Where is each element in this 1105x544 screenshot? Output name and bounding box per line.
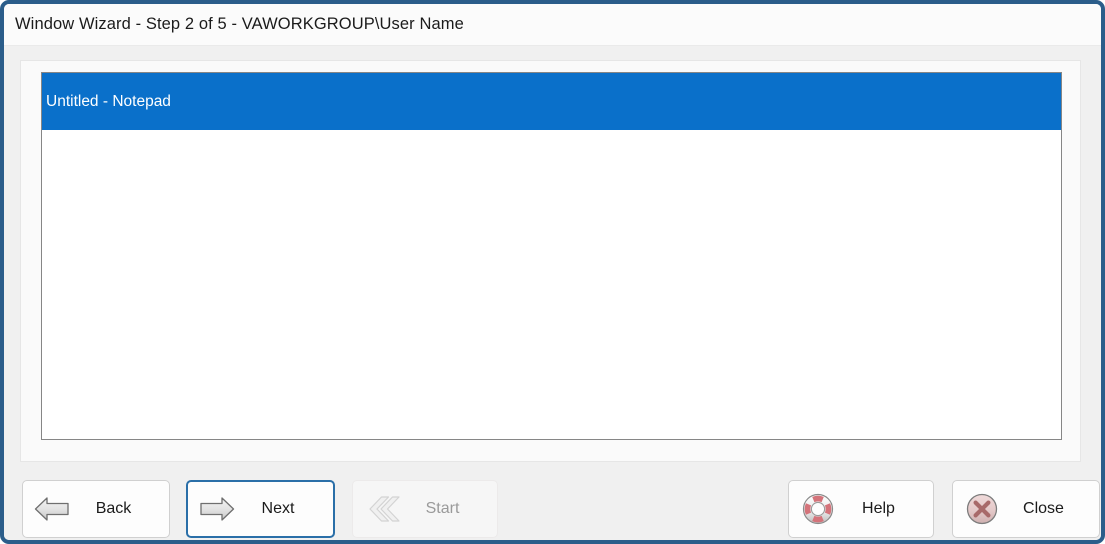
button-bar: Back Next Start Help Close (4, 470, 1101, 540)
close-button[interactable]: Close (952, 480, 1100, 538)
list-item-label: Untitled - Notepad (46, 92, 171, 110)
window-list-box[interactable]: Untitled - Notepad (41, 72, 1062, 440)
client-area: Untitled - Notepad Back Next Start Help … (4, 46, 1101, 540)
next-button[interactable]: Next (186, 480, 335, 538)
start-button[interactable]: Start (352, 480, 498, 538)
list-item[interactable]: Untitled - Notepad (42, 73, 1061, 130)
back-button[interactable]: Back (22, 480, 170, 538)
start-button-label: Start (425, 500, 460, 517)
next-button-label: Next (261, 500, 295, 517)
help-button-label: Help (862, 500, 895, 517)
circle-x-icon (960, 489, 1004, 529)
back-button-label: Back (95, 500, 132, 517)
double-chevron-left-icon (360, 489, 404, 529)
window-frame: Window Wizard - Step 2 of 5 - VAWORKGROU… (0, 0, 1105, 544)
life-ring-icon (796, 489, 840, 529)
content-panel: Untitled - Notepad (20, 60, 1081, 462)
arrow-left-icon (30, 489, 74, 529)
window-title: Window Wizard - Step 2 of 5 - VAWORKGROU… (15, 15, 464, 33)
title-bar: Window Wizard - Step 2 of 5 - VAWORKGROU… (4, 4, 1101, 46)
close-button-label: Close (1023, 500, 1064, 517)
arrow-right-icon (195, 489, 239, 529)
help-button[interactable]: Help (788, 480, 934, 538)
